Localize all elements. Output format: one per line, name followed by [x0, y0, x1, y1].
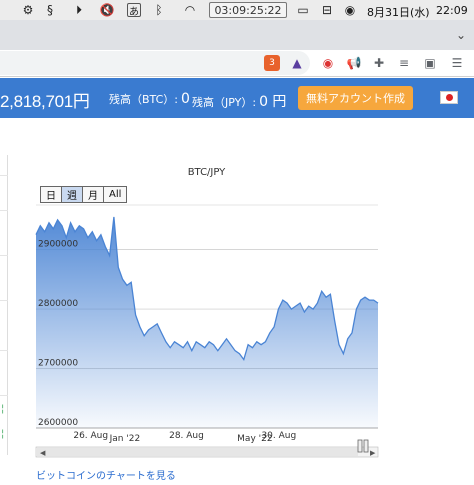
btc-jpy-chart[interactable]: 2600000 2700000 2800000 2900000 26. Aug 28. A…: [0, 0, 474, 485]
navigator-label: Jan '22: [109, 434, 141, 444]
navigator-left-arrow[interactable]: ◀: [40, 449, 46, 457]
x-tick-label: 28. Aug: [169, 431, 204, 441]
y-tick-label: 2800000: [38, 299, 78, 309]
y-tick-label: 2600000: [38, 418, 78, 428]
navigator-handle-right[interactable]: [363, 439, 369, 453]
navigator-window[interactable]: [36, 448, 358, 456]
navigator-right-arrow[interactable]: ▶: [370, 449, 376, 457]
view-btc-chart-link[interactable]: ビットコインのチャートを見る: [36, 467, 176, 482]
navigator-label: May '22: [237, 434, 272, 444]
y-tick-label: 2700000: [38, 359, 78, 369]
price-area-fill: [36, 216, 378, 428]
y-tick-label: 2900000: [38, 240, 78, 250]
navigator-handle-left[interactable]: [357, 439, 363, 453]
x-tick-label: 26. Aug: [73, 431, 108, 441]
